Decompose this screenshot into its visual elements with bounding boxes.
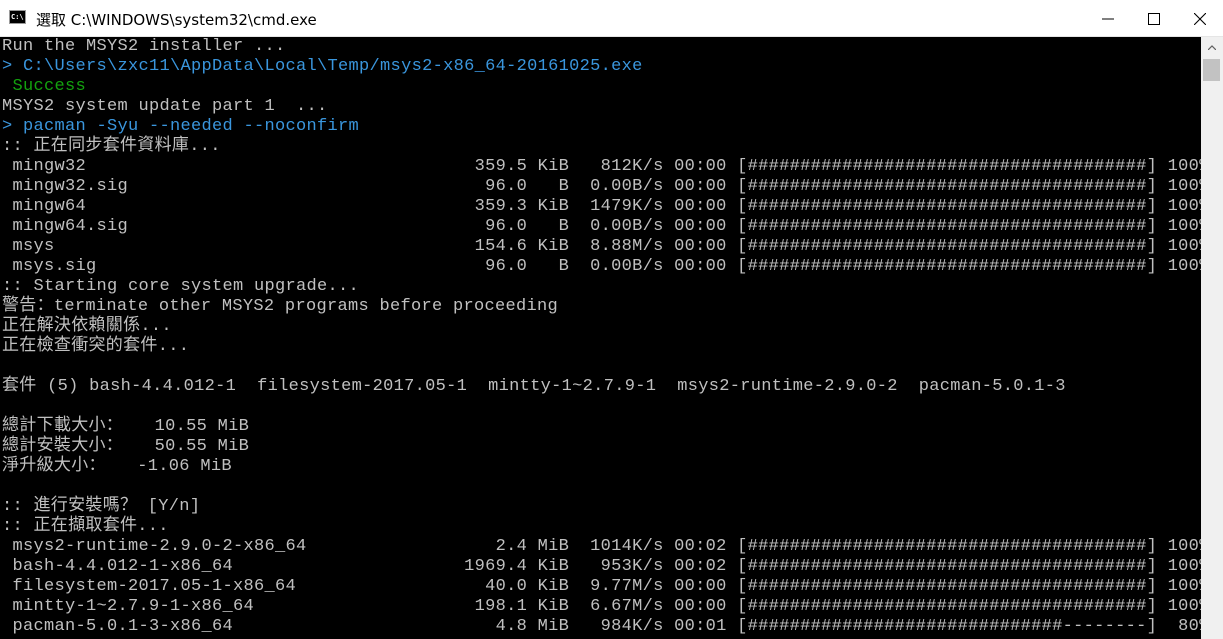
vertical-scrollbar[interactable] xyxy=(1201,37,1223,639)
console-line: :: 進行安裝嗎？ [Y/n] xyxy=(2,497,201,516)
console-line: Success xyxy=(2,77,87,96)
console-line: Run the MSYS2 installer ... xyxy=(2,37,286,56)
console-output[interactable]: Run the MSYS2 installer ... > C:\Users\zx… xyxy=(0,37,1201,639)
console-line: mintty-1~2.7.9-1-x86_64 198.1 KiB 6.67M/… xyxy=(2,597,1202,616)
console-line: bash-4.4.012-1-x86_64 1969.4 KiB 953K/s … xyxy=(2,557,1202,576)
console-line: :: 正在同步套件資料庫... xyxy=(2,137,221,156)
console-line: mingw64 359.3 KiB 1479K/s 00:00 [#######… xyxy=(2,197,1202,216)
console-line: mingw32 359.5 KiB 812K/s 00:00 [########… xyxy=(2,157,1202,176)
maximize-button[interactable] xyxy=(1131,0,1177,37)
console-line: 總計安裝大小： 50.55 MiB xyxy=(2,437,250,456)
minimize-icon xyxy=(1102,18,1114,20)
scroll-thumb[interactable] xyxy=(1203,59,1220,81)
console-line: 套件 (5) bash-4.4.012-1 filesystem-2017.05… xyxy=(2,377,1066,396)
console-line: msys2-runtime-2.9.0-2-x86_64 2.4 MiB 101… xyxy=(2,537,1202,556)
minimize-button[interactable] xyxy=(1085,0,1131,37)
title-bar[interactable]: C:\ 選取 C:\WINDOWS\system32\cmd.exe xyxy=(0,0,1223,37)
console-line: msys.sig 96.0 B 0.00B/s 00:00 [#########… xyxy=(2,257,1202,276)
console-line: > pacman -Syu --needed --noconfirm xyxy=(2,117,360,136)
console-line: 正在解決依賴關係... xyxy=(2,317,172,336)
console-line: msys 154.6 KiB 8.88M/s 00:00 [##########… xyxy=(2,237,1202,256)
console-line: :: Starting core system upgrade... xyxy=(2,277,360,296)
close-icon xyxy=(1194,13,1206,25)
console-line: MSYS2 system update part 1 ... xyxy=(2,97,328,116)
cmd-app-icon[interactable]: C:\ xyxy=(9,10,26,24)
console-line: :: 正在擷取套件... xyxy=(2,517,169,536)
window-title: 選取 C:\WINDOWS\system32\cmd.exe xyxy=(36,11,317,29)
console-line: mingw32.sig 96.0 B 0.00B/s 00:00 [######… xyxy=(2,177,1202,196)
console-line: > C:\Users\zxc11\AppData\Local\Temp/msys… xyxy=(2,57,643,76)
close-button[interactable] xyxy=(1177,0,1223,37)
chevron-up-icon xyxy=(1208,45,1216,50)
console-line: 警告：terminate other MSYS2 programs before… xyxy=(2,297,558,316)
maximize-icon xyxy=(1148,13,1160,25)
console-line: 正在檢查衝突的套件... xyxy=(2,337,190,356)
console-line: filesystem-2017.05-1-x86_64 40.0 KiB 9.7… xyxy=(2,577,1202,596)
console-line: 淨升級大小： -1.06 MiB xyxy=(2,457,232,476)
console-line: pacman-5.0.1-3-x86_64 4.8 MiB 984K/s 00:… xyxy=(2,617,1202,636)
console-line: mingw64.sig 96.0 B 0.00B/s 00:00 [######… xyxy=(2,217,1202,236)
console-line: 總計下載大小： 10.55 MiB xyxy=(2,417,250,436)
scroll-up-button[interactable] xyxy=(1201,37,1223,59)
